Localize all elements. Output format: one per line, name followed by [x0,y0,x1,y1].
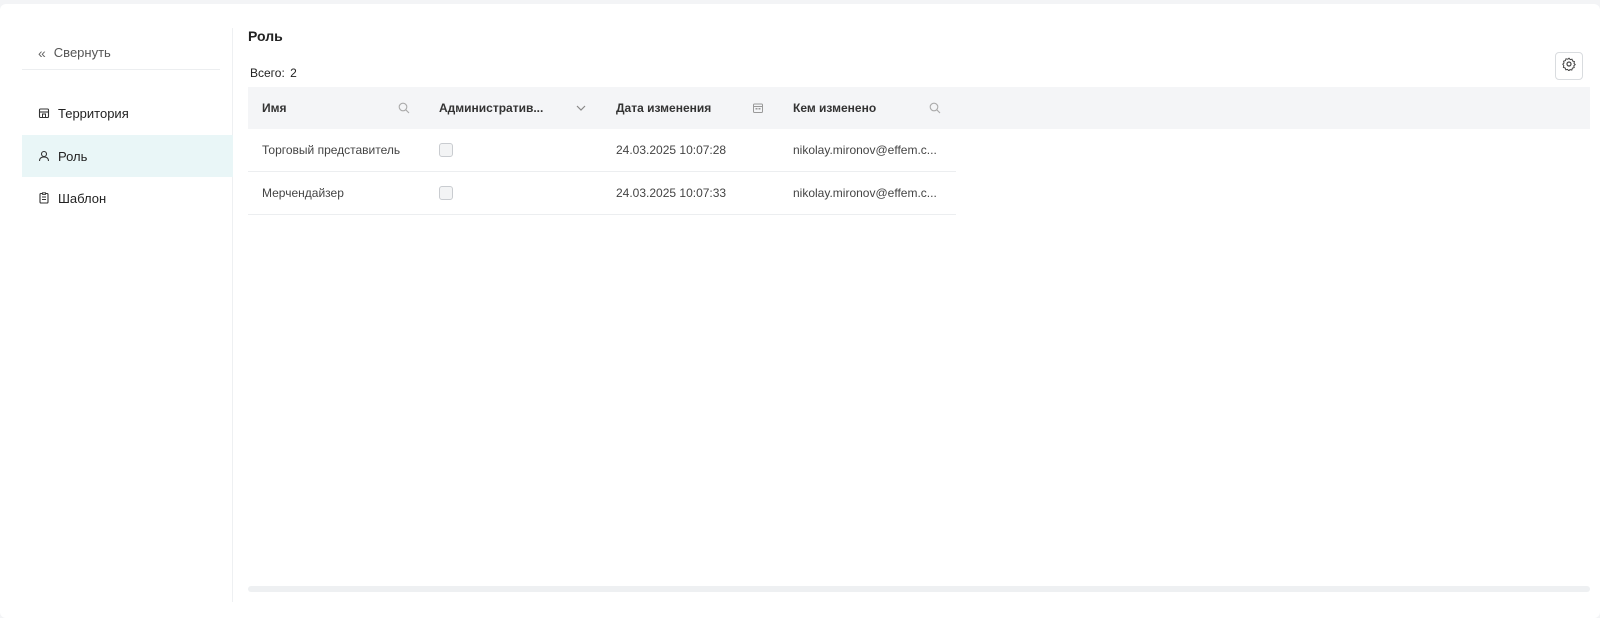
search-icon[interactable] [928,101,942,115]
column-header-admin[interactable]: Административ... [425,87,602,129]
sidebar-item-label: Роль [58,148,88,164]
sidebar: « Свернуть Территория Роль Шаблон [22,28,233,602]
cell-admin [425,129,602,171]
total-label: Всего: [250,66,285,80]
collapse-button[interactable]: « Свернуть [22,36,220,70]
gear-icon [1562,57,1576,76]
column-header-changed-by[interactable]: Кем изменено [779,87,956,129]
cell-changed-by: nikolay.mironov@effem.c... [793,143,937,157]
table-row[interactable]: Мерчендайзер 24.03.2025 10:07:33 nikolay… [248,172,956,215]
sidebar-item-label: Территория [58,105,129,121]
sidebar-item-template[interactable]: Шаблон [22,177,233,219]
cell-date: 24.03.2025 10:07:33 [616,186,727,200]
total-value: 2 [290,66,297,80]
search-icon[interactable] [397,101,411,115]
cell-date: 24.03.2025 10:07:28 [616,143,727,157]
cell-admin [425,172,602,214]
calendar-icon[interactable] [751,101,765,115]
cell-name: Торговый представитель [262,143,401,157]
admin-checkbox[interactable] [439,186,453,200]
collapse-label: Свернуть [53,45,111,60]
table-row[interactable]: Торговый представитель 24.03.2025 10:07:… [248,129,956,172]
page-title: Роль [248,28,283,44]
cell-changed-by: nikolay.mironov@effem.c... [793,186,937,200]
double-chevron-left-icon: « [38,44,46,61]
sidebar-item-label: Шаблон [58,190,107,206]
sidebar-item-role[interactable]: Роль [22,135,233,177]
store-icon [38,107,50,119]
clipboard-icon [38,192,50,204]
sidebar-item-territory[interactable]: Территория [22,92,233,134]
table-settings-button[interactable] [1555,52,1583,80]
page: « Свернуть Территория Роль Шаблон Роль В… [0,4,1600,618]
column-header-date[interactable]: Дата изменения [602,87,779,129]
user-icon [38,150,50,162]
roles-table: Имя Административ... Дата изменения Кем … [248,87,1590,597]
table-header: Имя Административ... Дата изменения Кем … [248,87,1590,129]
admin-checkbox[interactable] [439,143,453,157]
chevron-down-icon[interactable] [574,101,588,115]
horizontal-scrollbar[interactable] [248,586,1590,592]
cell-name: Мерчендайзер [262,186,344,200]
total-count: Всего: 2 [248,66,297,80]
column-header-name[interactable]: Имя [248,87,425,129]
